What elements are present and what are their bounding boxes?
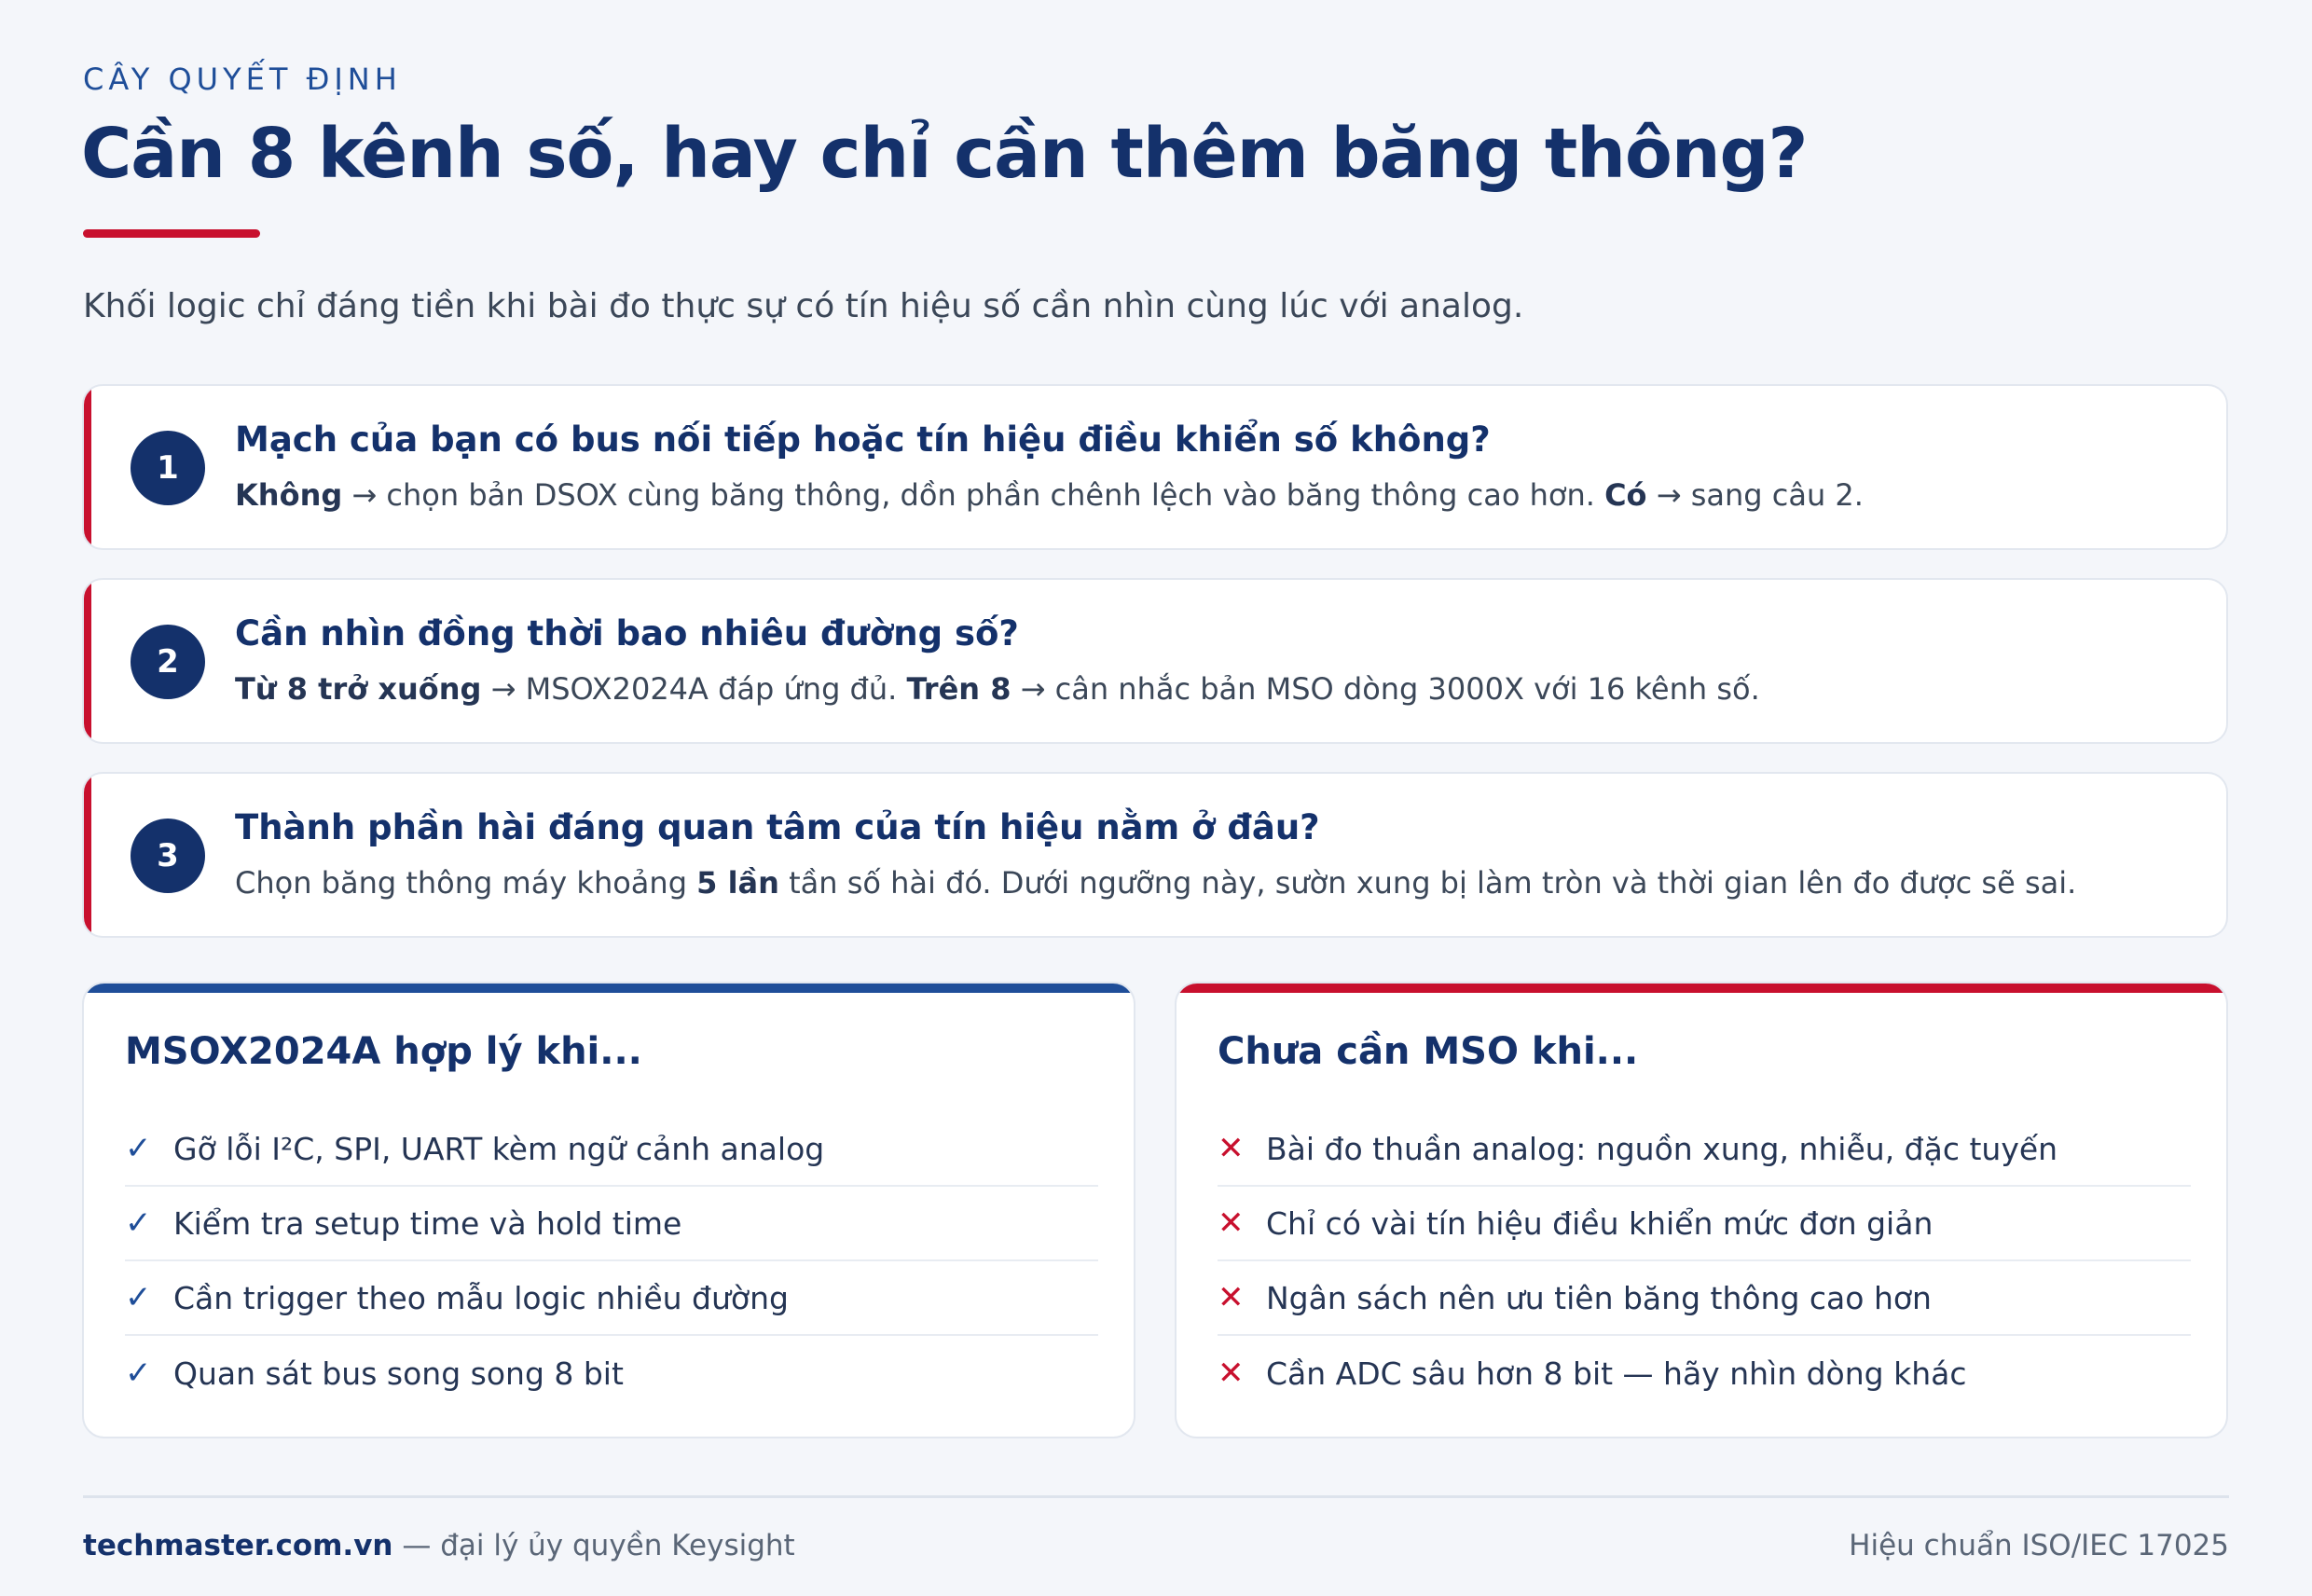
check-icon: ✓ (125, 1130, 152, 1167)
step-number-badge: 3 (131, 819, 205, 893)
list-item-text: Bài đo thuần analog: nguồn xung, nhiễu, … (1266, 1130, 2058, 1167)
list-item: ✓ Cần trigger theo mẫu logic nhiều đường (125, 1261, 1098, 1336)
list-item-text: Quan sát bus song song 8 bit (173, 1355, 624, 1392)
title-underline (83, 229, 260, 238)
check-icon: ✓ (125, 1204, 152, 1242)
answer-no-label: Không (235, 477, 343, 513)
step-number-badge: 2 (131, 625, 205, 699)
step-answer: Không → chọn bản DSOX cùng băng thông, d… (235, 477, 1864, 513)
page-subtitle: Khối logic chỉ đáng tiền khi bài đo thực… (83, 287, 1524, 325)
step-question: Cần nhìn đồng thời bao nhiêu đường số? (235, 613, 1019, 654)
answer-no-text: → chọn bản DSOX cùng băng thông, dồn phầ… (342, 477, 1605, 513)
list-item-text: Cần ADC sâu hơn 8 bit — hãy nhìn dòng kh… (1266, 1355, 1967, 1392)
decision-step-1: 1 Mạch của bạn có bus nối tiếp hoặc tín … (82, 384, 2228, 550)
brand-link[interactable]: techmaster.com.vn (83, 1529, 392, 1562)
list-item-text: Kiểm tra setup time và hold time (173, 1204, 682, 1242)
pro-list: ✓ Gỡ lỗi I²C, SPI, UART kèm ngữ cảnh anal… (125, 1112, 1098, 1410)
answer-yes-text: → sang câu 2. (1646, 477, 1864, 513)
decision-step-2: 2 Cần nhìn đồng thời bao nhiêu đường số?… (82, 578, 2228, 744)
answer-bold: 5 lần (696, 865, 779, 901)
decision-tree-page: CÂY QUYẾT ĐỊNH Cần 8 kênh số, hay chỉ cầ… (0, 0, 2312, 1596)
footer-tagline: — đại lý ủy quyền Keysight (392, 1529, 795, 1562)
pro-card-title: MSOX2024A hợp lý khi... (125, 1030, 642, 1073)
cross-icon: ✕ (1218, 1355, 1245, 1392)
list-item: ✕ Bài đo thuần analog: nguồn xung, nhiễu,… (1218, 1112, 2191, 1187)
page-title: Cần 8 kênh số, hay chỉ cần thêm băng thô… (81, 114, 1808, 194)
step-question: Thành phần hài đáng quan tâm của tín hiệ… (235, 807, 1320, 847)
list-item-text: Ngân sách nên ưu tiên băng thông cao hơn (1266, 1279, 1932, 1316)
con-list: ✕ Bài đo thuần analog: nguồn xung, nhiễu,… (1218, 1112, 2191, 1410)
list-item: ✕ Chỉ có vài tín hiệu điều khiển mức đơn … (1218, 1187, 2191, 1261)
list-item: ✓ Kiểm tra setup time và hold time (125, 1187, 1098, 1261)
step-answer: Từ 8 trở xuống → MSOX2024A đáp ứng đủ. T… (235, 671, 1760, 707)
pro-card: MSOX2024A hợp lý khi... ✓ Gỡ lỗi I²C, SPI… (82, 982, 1135, 1438)
cross-icon: ✕ (1218, 1204, 1245, 1242)
cross-icon: ✕ (1218, 1130, 1245, 1167)
list-item: ✕ Cần ADC sâu hơn 8 bit — hãy nhìn dòng k… (1218, 1336, 2191, 1410)
list-item: ✓ Gỡ lỗi I²C, SPI, UART kèm ngữ cảnh anal… (125, 1112, 1098, 1187)
footer-divider (83, 1495, 2229, 1498)
answer-text-post: tần số hài đó. Dưới ngưỡng này, sườn xun… (778, 865, 2077, 901)
answer-gt8-text: → cân nhắc bản MSO dòng 3000X với 16 kên… (1011, 671, 1760, 707)
list-item-text: Chỉ có vài tín hiệu điều khiển mức đơn g… (1266, 1204, 1934, 1242)
step-answer: Chọn băng thông máy khoảng 5 lần tần số … (235, 865, 2076, 901)
eyebrow-label: CÂY QUYẾT ĐỊNH (83, 62, 402, 97)
answer-le8-label: Từ 8 trở xuống (235, 671, 482, 707)
list-item: ✕ Ngân sách nên ưu tiên băng thông cao hơ… (1218, 1261, 2191, 1336)
answer-yes-label: Có (1604, 477, 1647, 513)
answer-le8-text: → MSOX2024A đáp ứng đủ. (481, 671, 907, 707)
check-icon: ✓ (125, 1355, 152, 1392)
check-icon: ✓ (125, 1279, 152, 1316)
answer-text-pre: Chọn băng thông máy khoảng (235, 865, 697, 901)
answer-gt8-label: Trên 8 (906, 671, 1012, 707)
list-item-text: Cần trigger theo mẫu logic nhiều đường (173, 1279, 789, 1316)
con-card: Chưa cần MSO khi... ✕ Bài đo thuần analog… (1175, 982, 2228, 1438)
list-item-text: Gỡ lỗi I²C, SPI, UART kèm ngữ cảnh analo… (173, 1130, 825, 1167)
step-question: Mạch của bạn có bus nối tiếp hoặc tín hi… (235, 420, 1491, 460)
con-card-title: Chưa cần MSO khi... (1218, 1030, 1639, 1073)
list-item: ✓ Quan sát bus song song 8 bit (125, 1336, 1098, 1410)
footer-certification: Hiệu chuẩn ISO/IEC 17025 (1849, 1529, 2229, 1562)
footer-brand: techmaster.com.vn — đại lý ủy quyền Keys… (83, 1529, 795, 1562)
decision-step-3: 3 Thành phần hài đáng quan tâm của tín h… (82, 772, 2228, 938)
step-number-badge: 1 (131, 431, 205, 505)
cross-icon: ✕ (1218, 1279, 1245, 1316)
